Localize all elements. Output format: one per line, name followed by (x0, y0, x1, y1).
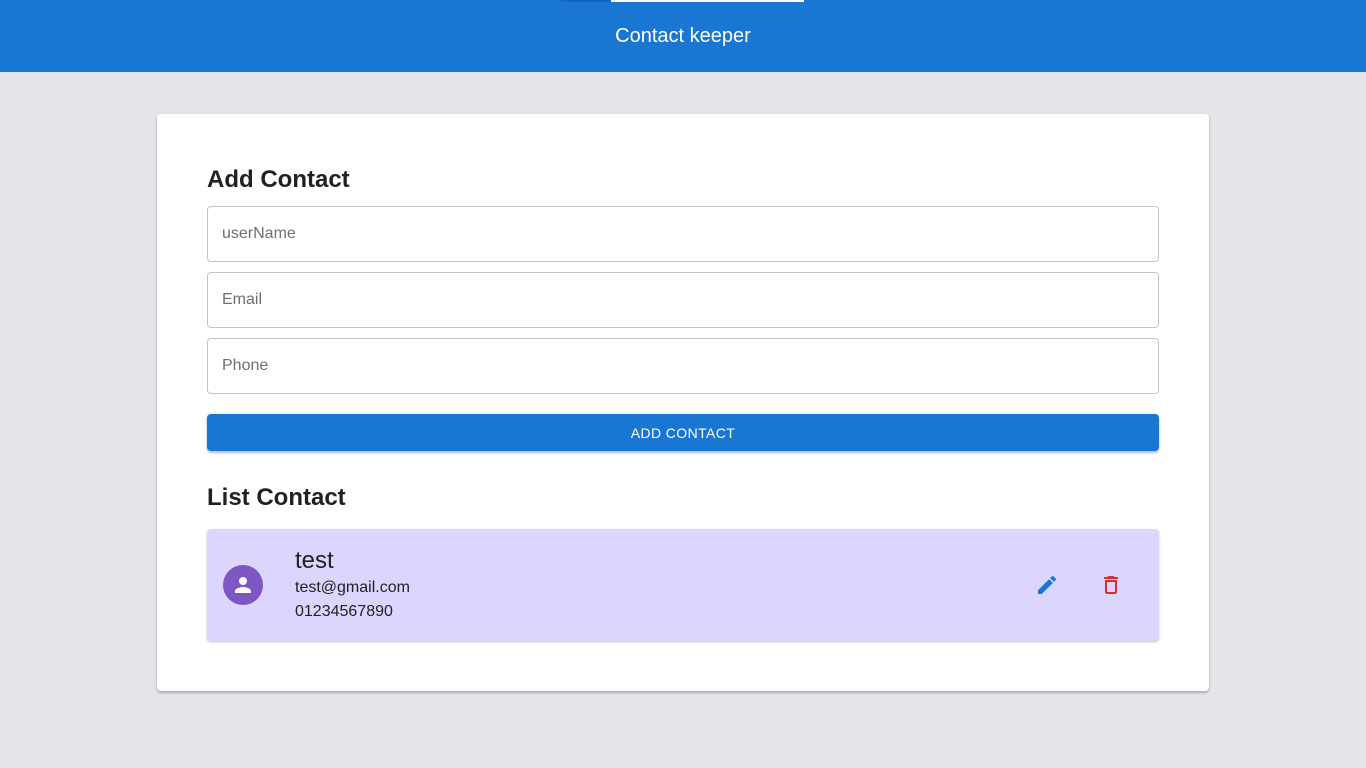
trash-icon (1104, 576, 1118, 594)
main-card: Add Contact ADD CONTACT List Contact tes… (157, 114, 1209, 691)
delete-contact-button[interactable] (1091, 565, 1131, 605)
app-title: Contact keeper (615, 24, 751, 47)
username-field[interactable] (207, 206, 1159, 262)
person-icon (235, 577, 251, 593)
email-input[interactable] (208, 273, 1158, 327)
list-contact-heading: List Contact (207, 484, 346, 511)
pencil-icon (1038, 575, 1057, 594)
contact-email: test@gmail.com (295, 579, 410, 596)
app-bar: Contact keeper (0, 0, 1366, 72)
contact-name: test (295, 547, 334, 574)
tab-indicator-shadow (561, 0, 611, 2)
phone-field[interactable] (207, 338, 1159, 394)
contact-phone: 01234567890 (295, 603, 393, 620)
add-contact-heading: Add Contact (207, 166, 350, 193)
tab-indicator (611, 0, 804, 2)
contact-list-item: test test@gmail.com 01234567890 (207, 529, 1159, 641)
add-contact-button[interactable]: ADD CONTACT (207, 414, 1159, 451)
edit-contact-button[interactable] (1027, 565, 1067, 605)
phone-input[interactable] (208, 339, 1158, 393)
avatar (223, 565, 263, 605)
email-field[interactable] (207, 272, 1159, 328)
username-input[interactable] (208, 207, 1158, 261)
